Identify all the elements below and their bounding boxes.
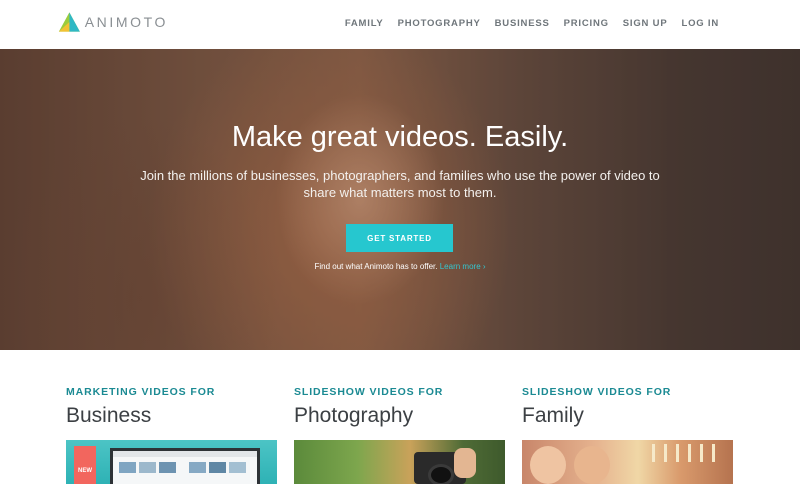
new-badge: NEW bbox=[74, 446, 96, 484]
family-thumbnail[interactable] bbox=[522, 440, 733, 484]
site-header: ANIMOTO FAMILY PHOTOGRAPHY BUSINESS PRIC… bbox=[0, 0, 800, 49]
card-photography[interactable]: SLIDESHOW VIDEOS FOR Photography bbox=[294, 386, 505, 484]
nav-photography[interactable]: PHOTOGRAPHY bbox=[398, 18, 481, 29]
photography-thumbnail[interactable] bbox=[294, 440, 505, 484]
animoto-logo[interactable]: ANIMOTO bbox=[58, 9, 168, 35]
laptop-screen-image bbox=[110, 448, 260, 484]
hero-more-label: Find out what Animoto has to offer. bbox=[314, 262, 438, 271]
nav-sign-up[interactable]: SIGN UP bbox=[623, 18, 668, 29]
nav-log-in[interactable]: LOG IN bbox=[681, 18, 719, 29]
new-badge-label: NEW bbox=[78, 468, 92, 474]
animoto-logo-icon bbox=[58, 12, 80, 32]
hero-banner: Make great videos. Easily. Join the mill… bbox=[0, 49, 800, 350]
business-thumbnail[interactable]: NEW bbox=[66, 440, 277, 484]
main-nav: FAMILY PHOTOGRAPHY BUSINESS PRICING SIGN… bbox=[345, 18, 719, 29]
family-photo bbox=[530, 446, 566, 484]
card-title[interactable]: Family bbox=[522, 404, 733, 428]
hero-subtitle: Join the millions of businesses, photogr… bbox=[140, 168, 660, 200]
nav-family[interactable]: FAMILY bbox=[345, 18, 384, 29]
hero-content: Make great videos. Easily. Join the mill… bbox=[0, 49, 800, 350]
learn-more-link[interactable]: Learn more › bbox=[440, 262, 486, 271]
card-kicker: SLIDESHOW VIDEOS FOR bbox=[522, 386, 672, 398]
nav-pricing[interactable]: PRICING bbox=[564, 18, 609, 29]
hero-title: Make great videos. Easily. bbox=[231, 121, 569, 153]
card-kicker: SLIDESHOW VIDEOS FOR bbox=[294, 386, 444, 398]
card-title[interactable]: Photography bbox=[294, 404, 505, 428]
get-started-button[interactable]: GET STARTED bbox=[346, 224, 453, 252]
card-family[interactable]: SLIDESHOW VIDEOS FOR Family bbox=[522, 386, 733, 484]
card-kicker: MARKETING VIDEOS FOR bbox=[66, 386, 216, 398]
card-title[interactable]: Business bbox=[66, 404, 277, 428]
nav-business[interactable]: BUSINESS bbox=[495, 18, 550, 29]
logo-text: ANIMOTO bbox=[84, 14, 168, 30]
hero-more-text: Find out what Animoto has to offer. Lear… bbox=[0, 262, 800, 271]
card-business[interactable]: MARKETING VIDEOS FOR Business NEW bbox=[66, 386, 277, 484]
